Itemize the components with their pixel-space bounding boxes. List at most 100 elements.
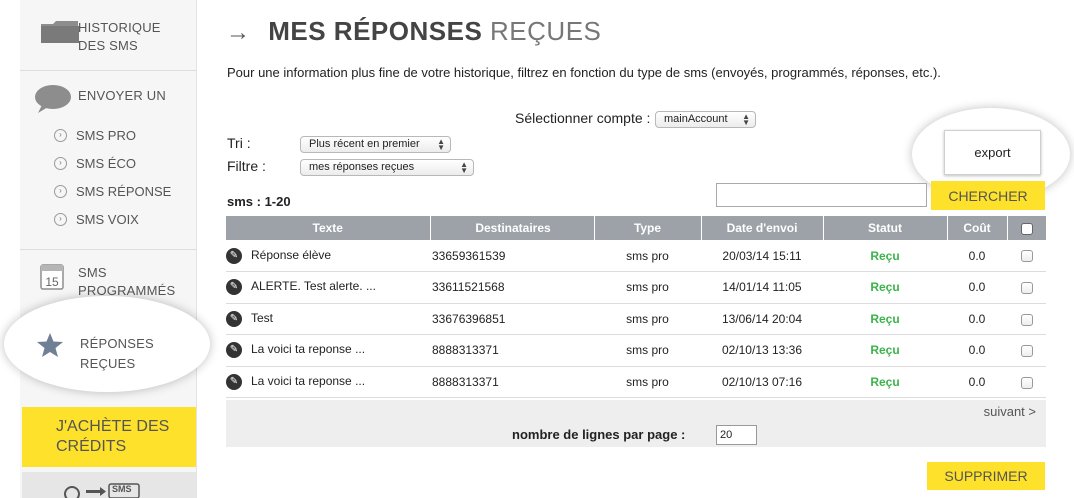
received-line2: REÇUES — [80, 356, 136, 371]
pagination-bar: suivant > nombre de lignes par page : 20 — [226, 400, 1046, 447]
pencil-icon[interactable]: ✎ — [226, 310, 242, 327]
row-type: sms pro — [594, 271, 701, 304]
sms-pro-label: SMS PRO — [76, 127, 136, 143]
row-destinataire: 33676396851 — [430, 303, 594, 335]
page-title-light: REÇUES — [490, 16, 602, 46]
sms-voix-label: SMS VOIX — [76, 211, 139, 227]
col-destinataires[interactable]: Destinataires — [430, 216, 595, 240]
sidebar-section-send: ENVOYER UN › SMS PRO › SMS ÉCO › SMS RÉP… — [20, 71, 197, 249]
row-date: 02/10/13 13:36 — [701, 334, 823, 367]
sort-select[interactable]: Plus récent en premier ▲ ▼ — [300, 136, 451, 153]
convert-sms-text: SMS — [112, 484, 132, 494]
pencil-icon[interactable]: ✎ — [226, 342, 242, 359]
row-texte: Test — [251, 310, 274, 325]
sort-value: Plus récent en premier — [309, 138, 420, 150]
select-all-cell — [1007, 216, 1046, 240]
select-arrows-icon: ▲ ▼ — [460, 160, 468, 175]
col-date[interactable]: Date d'envoi — [701, 216, 824, 240]
sidebar-item-history[interactable]: HISTORIQUE DES SMS — [20, 0, 197, 70]
search-input[interactable] — [716, 183, 927, 207]
history-line1: HISTORIQUE — [78, 20, 161, 35]
row-checkbox[interactable] — [1020, 250, 1033, 263]
next-page-link[interactable]: suivant > — [984, 404, 1036, 419]
sidebar-item-sms-pro[interactable]: › SMS PRO — [54, 124, 136, 146]
row-cout: 0.0 — [947, 303, 1007, 335]
sidebar-item-sms-reponse[interactable]: › SMS RÉPONSE — [54, 180, 171, 202]
row-cout: 0.0 — [947, 271, 1007, 304]
row-date: 02/10/13 07:16 — [701, 366, 823, 398]
row-checkbox[interactable] — [1020, 313, 1033, 326]
table-row[interactable]: ✎ ALERTE. Test alerte. ... 33611521568 sm… — [226, 271, 1046, 304]
row-statut: Reçu — [823, 240, 947, 272]
col-texte[interactable]: Texte — [226, 216, 431, 240]
chevron-right-icon: › — [54, 184, 67, 198]
row-destinataire: 33611521568 — [430, 271, 594, 304]
search-button[interactable]: CHERCHER — [931, 181, 1045, 210]
account-select[interactable]: mainAccount ▲ ▼ — [655, 111, 756, 128]
row-cout: 0.0 — [947, 240, 1007, 272]
result-count: sms : 1-20 — [227, 194, 291, 209]
row-cout: 0.0 — [947, 366, 1007, 398]
table-row[interactable]: ✎ La voici ta reponse ... 8888313371 sms … — [226, 366, 1046, 398]
select-all-checkbox[interactable] — [1020, 222, 1033, 235]
chevron-right-icon: › — [54, 128, 67, 142]
select-arrows-icon: ▲ ▼ — [437, 137, 445, 152]
row-destinataire: 33659361539 — [430, 240, 594, 272]
col-cout[interactable]: Coût — [947, 216, 1008, 240]
table-row[interactable]: ✎ Réponse élève 33659361539 sms pro 20/03… — [226, 240, 1046, 272]
convert-sms-tile[interactable]: SMS — [22, 472, 196, 498]
buy-credits-line2: CRÉDITS — [56, 438, 127, 455]
filter-label: Filtre : — [227, 158, 266, 174]
delete-button[interactable]: SUPPRIMER — [927, 462, 1045, 490]
scheduled-line1: SMS — [78, 265, 107, 280]
row-date: 14/01/14 11:05 — [701, 271, 823, 304]
buy-credits-button[interactable]: J'ACHÈTE DES CRÉDITS — [22, 407, 196, 467]
pencil-icon[interactable]: ✎ — [226, 373, 242, 390]
chevron-right-icon: › — [54, 156, 67, 170]
row-texte: Réponse élève — [251, 247, 332, 262]
row-type: sms pro — [594, 303, 701, 335]
filter-select[interactable]: mes réponses reçues ▲ ▼ — [300, 159, 474, 176]
send-title[interactable]: ENVOYER UN — [78, 87, 166, 105]
row-statut: Reçu — [823, 271, 947, 304]
folder-icon — [41, 21, 79, 43]
table-row[interactable]: ✎ La voici ta reponse ... 8888313371 sms … — [226, 334, 1046, 367]
pencil-icon[interactable]: ✎ — [226, 279, 242, 296]
sidebar-item-received[interactable]: RÉPONSES REÇUES — [22, 320, 196, 376]
received-line1: RÉPONSES — [80, 336, 154, 351]
row-statut: Reçu — [823, 303, 947, 335]
buy-credits-line1: J'ACHÈTE DES — [56, 418, 170, 435]
col-statut[interactable]: Statut — [823, 216, 948, 240]
row-type: sms pro — [594, 334, 701, 367]
row-date: 13/06/14 20:04 — [701, 303, 823, 335]
intro-text: Pour une information plus fine de votre … — [227, 65, 941, 80]
row-type: sms pro — [594, 240, 701, 272]
speech-bubble-icon — [35, 85, 71, 113]
history-line2: DES SMS — [78, 38, 138, 53]
row-checkbox[interactable] — [1020, 345, 1033, 358]
row-checkbox[interactable] — [1020, 376, 1033, 389]
rows-per-page-label: nombre de lignes par page : — [512, 427, 686, 442]
account-label: Sélectionner compte : — [515, 110, 651, 126]
row-statut: Reçu — [823, 366, 947, 398]
sms-table: Texte Destinataires Type Date d'envoi St… — [226, 216, 1046, 398]
pencil-icon[interactable]: ✎ — [226, 247, 242, 264]
row-texte: La voici ta reponse ... — [251, 342, 366, 357]
sort-label: Tri : — [227, 135, 251, 151]
table-row[interactable]: ✎ Test 33676396851 sms pro 13/06/14 20:04… — [226, 303, 1046, 335]
arrow-right-icon: → — [226, 19, 251, 46]
row-statut: Reçu — [823, 334, 947, 367]
star-icon — [37, 333, 63, 357]
row-destinataire: 8888313371 — [430, 366, 594, 398]
page-title: → MES RÉPONSES REÇUES — [226, 16, 601, 47]
select-arrows-icon: ▲ ▼ — [742, 112, 750, 127]
chevron-right-icon: › — [54, 212, 67, 226]
export-button[interactable]: export — [944, 130, 1041, 175]
row-texte: ALERTE. Test alerte. ... — [251, 279, 376, 294]
sidebar-item-sms-eco[interactable]: › SMS ÉCO — [54, 152, 136, 174]
col-type[interactable]: Type — [594, 216, 702, 240]
sidebar-item-sms-voix[interactable]: › SMS VOIX — [54, 208, 139, 230]
account-value: mainAccount — [664, 113, 728, 125]
row-checkbox[interactable] — [1020, 282, 1033, 295]
rows-per-page-input[interactable]: 20 — [716, 425, 757, 445]
